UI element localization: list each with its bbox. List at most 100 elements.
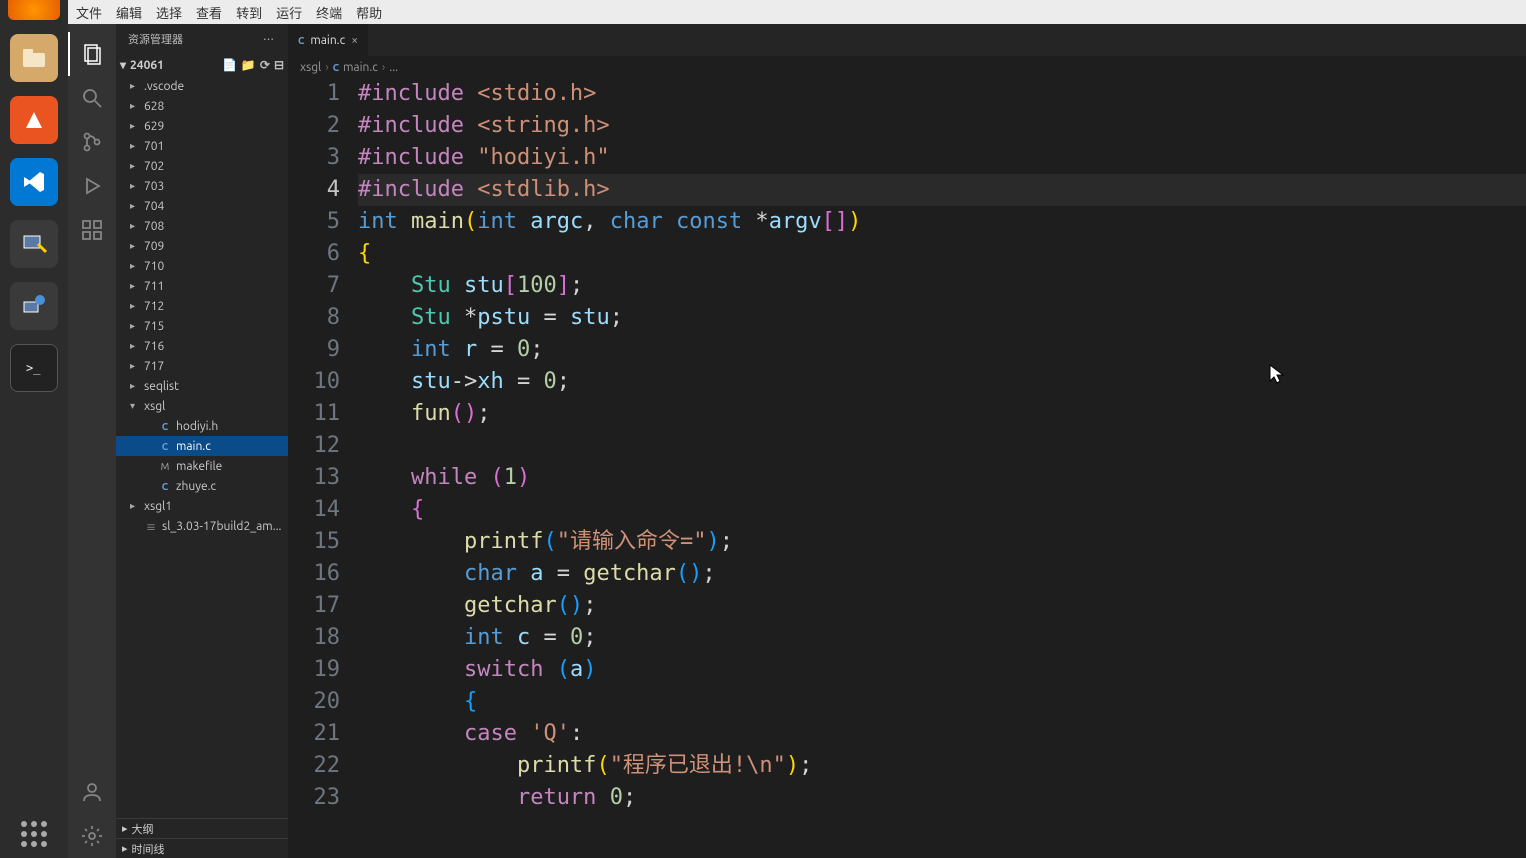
code-line[interactable]: { [358, 238, 1526, 270]
close-icon[interactable]: × [351, 34, 358, 47]
new-folder-icon[interactable]: 📁 [241, 58, 256, 72]
file-item-sl-3-03-17build2-am---[interactable]: ≡sl_3.03-17build2_am... [116, 516, 288, 536]
folder-item-701[interactable]: ▸701 [116, 136, 288, 156]
activity-bar [68, 24, 116, 858]
code-line[interactable]: #include <stdlib.h> [358, 174, 1526, 206]
menu-edit[interactable]: 编辑 [116, 3, 142, 22]
menu-file[interactable]: 文件 [76, 3, 102, 22]
code-line[interactable] [358, 430, 1526, 462]
folder-item--vscode[interactable]: ▸.vscode [116, 76, 288, 96]
menu-terminal[interactable]: 终端 [316, 3, 342, 22]
folder-item-716[interactable]: ▸716 [116, 336, 288, 356]
c-file-icon: C [158, 441, 172, 452]
outline-section[interactable]: ▸ 大纲 [116, 818, 288, 838]
tree-item-label: main.c [176, 440, 211, 453]
folder-item-704[interactable]: ▸704 [116, 196, 288, 216]
code-line[interactable]: switch (a) [358, 654, 1526, 686]
folder-item-717[interactable]: ▸717 [116, 356, 288, 376]
code-line[interactable]: printf("程序已退出!\n"); [358, 750, 1526, 782]
c-file-icon: C [333, 62, 339, 73]
terminal-icon[interactable]: >_ [10, 344, 58, 392]
menu-run[interactable]: 运行 [276, 3, 302, 22]
code-line[interactable]: { [358, 686, 1526, 718]
chevron-right-icon: ▸ [130, 100, 140, 112]
files-icon[interactable] [10, 34, 58, 82]
menu-go[interactable]: 转到 [236, 3, 262, 22]
tree-item-label: 716 [144, 340, 164, 353]
account-icon[interactable] [68, 770, 116, 814]
software-icon[interactable] [10, 96, 58, 144]
breadcrumb-file[interactable]: main.c [343, 61, 378, 74]
settings-icon[interactable] [68, 814, 116, 858]
folder-item-715[interactable]: ▸715 [116, 316, 288, 336]
folder-item-712[interactable]: ▸712 [116, 296, 288, 316]
line-number: 6 [288, 238, 340, 270]
code-editor[interactable]: 1234567891011121314151617181920212223 #i… [288, 78, 1526, 858]
folder-item-seqlist[interactable]: ▸seqlist [116, 376, 288, 396]
file-item-makefile[interactable]: Mmakefile [116, 456, 288, 476]
code-line[interactable]: int main(int argc, char const *argv[]) [358, 206, 1526, 238]
code-line[interactable]: int c = 0; [358, 622, 1526, 654]
code-line[interactable]: printf("请输入命令="); [358, 526, 1526, 558]
refresh-icon[interactable]: ⟳ [260, 58, 270, 72]
code-line[interactable]: #include <stdio.h> [358, 78, 1526, 110]
run-debug-icon[interactable] [68, 164, 116, 208]
folder-item-710[interactable]: ▸710 [116, 256, 288, 276]
timeline-section[interactable]: ▸ 时间线 [116, 838, 288, 858]
breadcrumb-folder[interactable]: xsgl [300, 61, 321, 74]
breadcrumb-more[interactable]: ... [389, 61, 398, 74]
code-line[interactable]: #include <string.h> [358, 110, 1526, 142]
file-item-zhuye-c[interactable]: Czhuye.c [116, 476, 288, 496]
menu-select[interactable]: 选择 [156, 3, 182, 22]
vscode-icon[interactable] [10, 158, 58, 206]
project-name: 24061 [130, 59, 164, 72]
folder-item-711[interactable]: ▸711 [116, 276, 288, 296]
code-line[interactable]: int r = 0; [358, 334, 1526, 366]
folder-item-702[interactable]: ▸702 [116, 156, 288, 176]
code-line[interactable]: Stu *pstu = stu; [358, 302, 1526, 334]
line-number: 7 [288, 270, 340, 302]
tree-item-label: sl_3.03-17build2_am... [162, 520, 282, 533]
collapse-icon[interactable]: ⊟ [274, 58, 284, 72]
explorer-icon[interactable] [68, 32, 116, 76]
network-icon[interactable] [10, 282, 58, 330]
folder-item-xsgl[interactable]: ▾xsgl [116, 396, 288, 416]
line-number: 1 [288, 78, 340, 110]
code-line[interactable]: { [358, 494, 1526, 526]
chevron-right-icon: ▸ [130, 380, 140, 392]
code-line[interactable]: Stu stu[100]; [358, 270, 1526, 302]
remmina-icon[interactable] [10, 220, 58, 268]
code-line[interactable]: fun(); [358, 398, 1526, 430]
new-file-icon[interactable]: 📄 [222, 58, 237, 72]
code-line[interactable]: #include "hodiyi.h" [358, 142, 1526, 174]
line-number: 9 [288, 334, 340, 366]
app-grid-icon[interactable] [10, 810, 58, 858]
scm-icon[interactable] [68, 120, 116, 164]
file-item-main-c[interactable]: Cmain.c [116, 436, 288, 456]
sidebar-more-icon[interactable]: ⋯ [263, 31, 276, 47]
folder-item-709[interactable]: ▸709 [116, 236, 288, 256]
project-row[interactable]: ▾ 24061 📄 📁 ⟳ ⊟ [116, 54, 288, 76]
code-line[interactable]: stu->xh = 0; [358, 366, 1526, 398]
breadcrumb[interactable]: xsgl › C main.c › ... [288, 56, 1526, 78]
menu-view[interactable]: 查看 [196, 3, 222, 22]
search-icon[interactable] [68, 76, 116, 120]
code-content[interactable]: #include <stdio.h>#include <string.h>#in… [358, 78, 1526, 858]
menu-help[interactable]: 帮助 [356, 3, 382, 22]
folder-item-629[interactable]: ▸629 [116, 116, 288, 136]
folder-item-xsgl1[interactable]: ▸xsgl1 [116, 496, 288, 516]
firefox-icon[interactable] [8, 0, 60, 20]
code-line[interactable]: char a = getchar(); [358, 558, 1526, 590]
folder-item-628[interactable]: ▸628 [116, 96, 288, 116]
file-item-hodiyi-h[interactable]: Chodiyi.h [116, 416, 288, 436]
code-line[interactable]: getchar(); [358, 590, 1526, 622]
tab-main-c[interactable]: C main.c × [288, 24, 369, 56]
code-line[interactable]: return 0; [358, 782, 1526, 814]
folder-item-708[interactable]: ▸708 [116, 216, 288, 236]
folder-item-703[interactable]: ▸703 [116, 176, 288, 196]
line-number: 20 [288, 686, 340, 718]
chevron-right-icon: ▸ [122, 842, 128, 855]
code-line[interactable]: case 'Q': [358, 718, 1526, 750]
extensions-icon[interactable] [68, 208, 116, 252]
code-line[interactable]: while (1) [358, 462, 1526, 494]
